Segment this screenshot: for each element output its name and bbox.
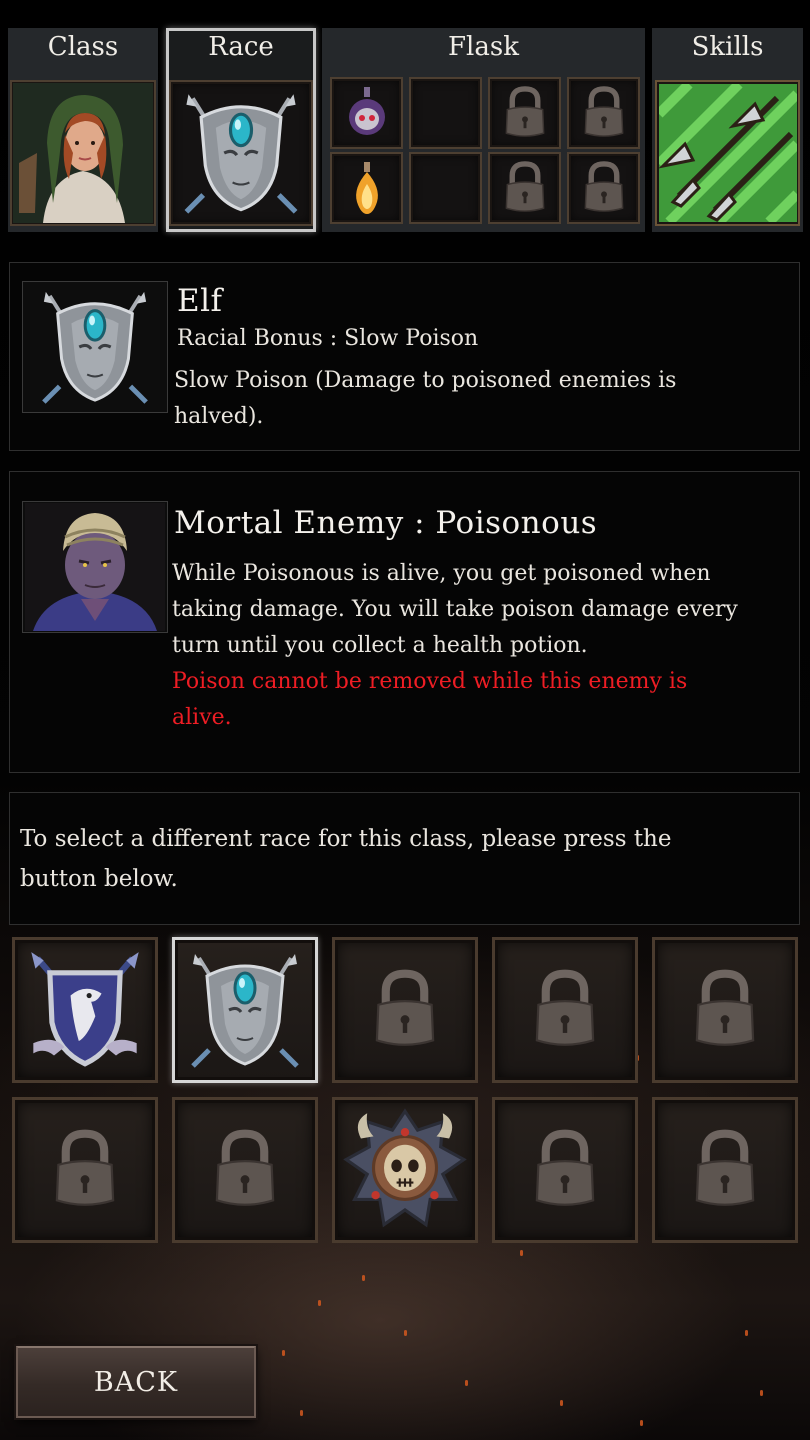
flask-slot-locked[interactable]: [488, 77, 561, 149]
race-option-human[interactable]: [12, 937, 158, 1083]
race-description: Slow Poison (Damage to poisoned enemies …: [174, 363, 784, 435]
instructions-panel: To select a different race for this clas…: [9, 792, 800, 925]
lock-icon: [215, 1129, 275, 1206]
ember-particle: [300, 1410, 303, 1416]
race-name: Elf: [177, 283, 223, 319]
mortal-enemy-description: While Poisonous is alive, you get poison…: [172, 556, 792, 736]
race-option-locked[interactable]: [492, 1097, 638, 1243]
lock-icon: [505, 86, 544, 137]
loadout-tab-bar: Class Race Flask Skills: [8, 28, 803, 232]
enemy-warning-line: alive.: [172, 705, 232, 730]
ember-particle: [520, 1250, 523, 1256]
tab-skills[interactable]: Skills: [652, 28, 803, 232]
flask-slot-locked[interactable]: [567, 77, 640, 149]
instructions-line: To select a different race for this clas…: [20, 826, 672, 852]
ember-particle: [282, 1350, 285, 1356]
tab-race[interactable]: Race: [166, 28, 316, 232]
tab-skills-label: Skills: [691, 32, 764, 62]
instructions-text: To select a different race for this clas…: [20, 819, 790, 899]
elf-mask-icon: [184, 94, 298, 214]
race-option-locked[interactable]: [652, 1097, 798, 1243]
class-portrait[interactable]: [10, 80, 156, 226]
race-option-locked[interactable]: [492, 937, 638, 1083]
lock-icon: [55, 1129, 115, 1206]
flask-slot[interactable]: [330, 152, 403, 224]
enemy-warning-line: Poison cannot be removed while this enem…: [172, 669, 688, 694]
ember-particle: [560, 1400, 563, 1406]
arrows-skill-icon: [658, 84, 797, 222]
enemy-description-line: taking damage. You will take poison dama…: [172, 597, 738, 622]
flask-slot-empty[interactable]: [409, 152, 482, 224]
potion-skull-icon: [348, 87, 385, 135]
tab-race-label: Race: [208, 32, 274, 62]
race-option-locked[interactable]: [172, 1097, 318, 1243]
flask-slot-locked[interactable]: [567, 152, 640, 224]
ember-particle: [362, 1275, 365, 1281]
mortal-enemy-title: Mortal Enemy : Poisonous: [174, 505, 598, 541]
ember-particle: [318, 1300, 321, 1306]
race-slot[interactable]: [169, 80, 313, 226]
ember-particle: [404, 1330, 407, 1336]
enemy-portrait: [22, 501, 168, 633]
skill-slot[interactable]: [655, 80, 800, 226]
lock-icon: [375, 969, 435, 1046]
mortal-enemy-panel: Mortal Enemy : Poisonous While Poisonous…: [9, 471, 800, 773]
ranger-portrait-icon: [13, 83, 153, 223]
poisonous-enemy-portrait-icon: [25, 503, 165, 631]
race-option-elf[interactable]: [172, 937, 318, 1083]
race-option-locked[interactable]: [12, 1097, 158, 1243]
enemy-description-line: While Poisonous is alive, you get poison…: [172, 561, 711, 586]
lock-icon: [695, 969, 755, 1046]
lock-icon: [535, 969, 595, 1046]
tab-class[interactable]: Class: [8, 28, 158, 232]
tab-flask-label: Flask: [448, 32, 519, 62]
lock-icon: [535, 1129, 595, 1206]
race-option-locked[interactable]: [332, 937, 478, 1083]
lock-icon: [505, 161, 544, 212]
flask-slot-empty[interactable]: [409, 77, 482, 149]
flask-slot-locked[interactable]: [488, 152, 561, 224]
ember-particle: [745, 1330, 748, 1336]
race-option-locked[interactable]: [652, 937, 798, 1083]
elf-mask-icon: [42, 291, 148, 404]
flask-slot[interactable]: [330, 77, 403, 149]
tab-class-label: Class: [47, 32, 119, 62]
potion-fire-icon: [355, 162, 378, 214]
racial-bonus: Racial Bonus : Slow Poison: [177, 326, 479, 351]
orc-skull-icon: [343, 1108, 467, 1228]
lock-icon: [584, 161, 623, 212]
back-button[interactable]: BACK: [16, 1346, 256, 1418]
race-option-orc[interactable]: [332, 1097, 478, 1243]
lock-icon: [584, 86, 623, 137]
enemy-description-line: turn until you collect a health potion.: [172, 633, 588, 658]
lock-icon: [695, 1129, 755, 1206]
back-button-label: BACK: [93, 1366, 179, 1398]
tab-flask[interactable]: Flask: [322, 28, 645, 232]
race-info-panel: Elf Racial Bonus : Slow Poison Slow Pois…: [9, 262, 800, 451]
elf-mask-icon: [191, 954, 299, 1068]
ember-particle: [640, 1420, 643, 1426]
ember-particle: [760, 1390, 763, 1396]
race-description-line: Slow Poison (Damage to poisoned enemies …: [174, 368, 677, 393]
instructions-line: button below.: [20, 866, 178, 892]
ember-particle: [465, 1380, 468, 1386]
race-portrait: [22, 281, 168, 413]
race-description-line: halved).: [174, 404, 264, 429]
eagle-shield-icon: [31, 952, 139, 1067]
